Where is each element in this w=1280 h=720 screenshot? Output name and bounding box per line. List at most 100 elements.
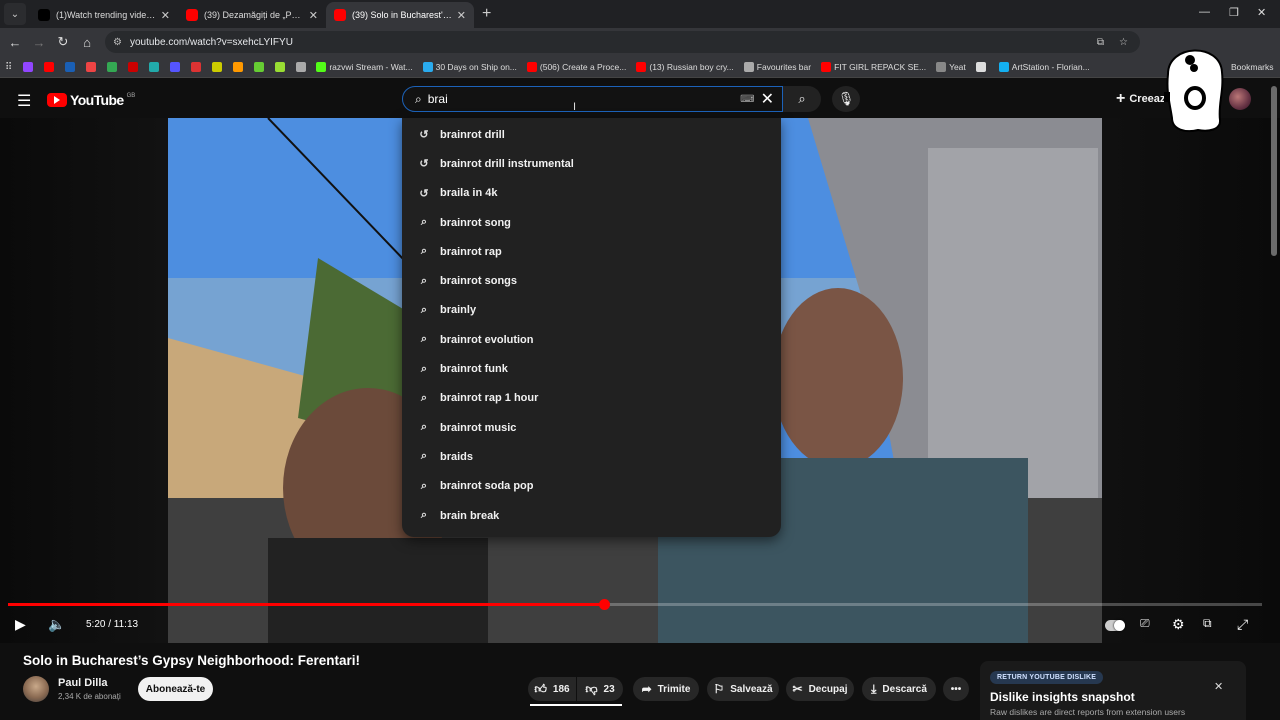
close-tab-icon[interactable]: ✕	[309, 9, 318, 22]
minimize-icon[interactable]: —	[1199, 6, 1210, 18]
autoplay-toggle[interactable]	[1105, 620, 1125, 631]
volume-icon[interactable]: 🔈	[48, 616, 65, 633]
subtitles-icon[interactable]: ⎚	[1140, 616, 1150, 631]
search-suggestion-item[interactable]: ⌕ brainrot music	[402, 413, 781, 442]
youtube-masthead: ☰ YouTube GB ⌕ ⌨ ✕ ⌕ 🎙 + Creează	[0, 80, 1280, 118]
bookmark-item[interactable]: ArtStation - Florian...	[995, 61, 1090, 72]
maximize-icon[interactable]: ❐	[1229, 6, 1239, 19]
settings-gear-icon[interactable]: ⚙	[1172, 616, 1185, 633]
progress-bar[interactable]	[8, 599, 1262, 610]
tab-title: (39) Dezamăgiți de „Parisul” Ch	[204, 10, 305, 20]
search-suggestion-item[interactable]: ⌕ brainrot evolution	[402, 325, 781, 354]
search-suggestion-item[interactable]: ↺ brainrot drill instrumental	[402, 149, 781, 178]
bookmark-item[interactable]: Yeat	[932, 61, 966, 72]
channel-avatar[interactable]	[23, 676, 49, 702]
bookmark-favicon-icon	[998, 61, 1009, 72]
twitch-bookmark-icon[interactable]	[23, 61, 34, 72]
clear-search-icon[interactable]: ✕	[761, 89, 774, 109]
youtube-logo[interactable]: YouTube GB	[47, 92, 135, 108]
suggestion-text: brainrot soda pop	[440, 480, 534, 493]
browser-tab[interactable]: (39) Dezamăgiți de „Parisul” Ch ✕	[178, 2, 326, 28]
suggestion-text: brainrot music	[440, 421, 517, 434]
plus-icon: +	[1116, 90, 1126, 107]
search-suggestion-item[interactable]: ⌕ brainrot soda pop	[402, 472, 781, 501]
close-panel-icon[interactable]: ✕	[1214, 680, 1223, 693]
bookmark-item[interactable]: (506) Create a Proce...	[523, 61, 626, 72]
bookmark-icon[interactable]	[170, 61, 181, 72]
bookmark-icon[interactable]	[191, 61, 202, 72]
bookmark-icon[interactable]	[275, 61, 286, 72]
bookmark-icon[interactable]	[65, 61, 76, 72]
browser-tab[interactable]: (39) Solo in Bucharest's Gypsy N ✕	[326, 2, 474, 28]
apps-grid-icon[interactable]: ⠿	[5, 62, 12, 73]
search-icon: ⌕	[415, 91, 422, 106]
bookmark-icon[interactable]	[296, 61, 307, 72]
home-icon[interactable]: ⌂	[75, 35, 99, 50]
back-icon[interactable]: ←	[3, 35, 27, 50]
search-suggestion-item[interactable]: ⌕ braids	[402, 442, 781, 471]
search-suggestion-item[interactable]: ⌕ brainrot rap 1 hour	[402, 384, 781, 413]
close-window-icon[interactable]: ✕	[1257, 6, 1266, 19]
search-icon: ⌕	[420, 245, 428, 258]
subscribe-button[interactable]: Abonează-te	[138, 677, 213, 701]
dislike-button[interactable]: 👎︎ 23	[577, 677, 623, 701]
channel-name[interactable]: Paul Dilla	[58, 677, 108, 689]
download-button[interactable]: ⤓ Descarcă	[862, 677, 936, 701]
bookmark-favicon-icon	[316, 61, 327, 72]
search-suggestion-item[interactable]: ⌕ brainrot rap	[402, 237, 781, 266]
search-input[interactable]	[427, 92, 741, 106]
bookmark-item[interactable]: razvwi Stream - Wat...	[312, 61, 413, 72]
bookmark-item[interactable]	[972, 61, 989, 72]
bookmark-item[interactable]: FIT GIRL REPACK SE...	[817, 61, 926, 72]
search-suggestion-item[interactable]: ⌕ brainrot funk	[402, 354, 781, 383]
share-button[interactable]: ➦ Trimite	[633, 677, 699, 701]
tab-favicon-icon	[334, 9, 346, 21]
bookmark-icon[interactable]	[128, 61, 139, 72]
close-tab-icon[interactable]: ✕	[457, 9, 466, 22]
bookmark-item[interactable]: Favourites bar	[740, 61, 811, 72]
like-button[interactable]: 👍︎ 186	[528, 677, 576, 701]
search-suggestion-item[interactable]: ⌕ brainly	[402, 296, 781, 325]
bookmark-icon[interactable]	[233, 61, 244, 72]
bookmark-item[interactable]: (13) Russian boy cry...	[632, 61, 734, 72]
play-icon[interactable]: ▶	[15, 616, 26, 633]
bookmark-star-icon[interactable]: ☆	[1119, 37, 1128, 48]
miniplayer-icon[interactable]: ⧉	[1203, 616, 1212, 631]
voice-search-button[interactable]: 🎙	[832, 86, 860, 112]
bookmark-icon[interactable]	[254, 61, 265, 72]
account-avatar[interactable]	[1229, 88, 1251, 110]
clip-button[interactable]: ✂ Decupaj	[786, 677, 854, 701]
scrubber-handle[interactable]	[598, 599, 610, 610]
all-bookmarks-label[interactable]: Bookmarks	[1231, 62, 1274, 72]
search-suggestion-item[interactable]: ⌕ brainrot song	[402, 208, 781, 237]
close-tab-icon[interactable]: ✕	[161, 9, 170, 22]
search-button[interactable]: ⌕	[783, 86, 821, 112]
install-app-icon[interactable]: ⧉	[1097, 37, 1104, 48]
gmail-bookmark-icon[interactable]	[86, 61, 97, 72]
fullscreen-icon[interactable]: ⤢	[1237, 616, 1248, 633]
bookmark-item[interactable]: 30 Days on Ship on...	[419, 61, 517, 72]
keyboard-icon[interactable]: ⌨	[740, 94, 754, 105]
reload-icon[interactable]: ↻	[51, 34, 75, 50]
search-suggestion-item[interactable]: ⌕ brainrot songs	[402, 266, 781, 295]
forward-icon[interactable]: →	[27, 35, 51, 50]
bookmark-icon[interactable]	[212, 61, 223, 72]
page-scrollbar[interactable]	[1271, 86, 1277, 256]
more-actions-button[interactable]: •••	[943, 677, 969, 701]
bookmark-icon[interactable]	[149, 61, 160, 72]
suggestion-text: brainrot song	[440, 216, 511, 229]
youtube-bookmark-icon[interactable]	[44, 61, 55, 72]
search-suggestion-item[interactable]: ↺ brainrot drill	[402, 120, 781, 149]
site-info-icon[interactable]: ⚙	[113, 37, 122, 48]
maps-bookmark-icon[interactable]	[107, 61, 118, 72]
tab-list-button[interactable]: ⌄	[4, 3, 26, 25]
save-button[interactable]: ⚐ Salvează	[707, 677, 779, 701]
url-field[interactable]: ⚙ youtube.com/watch?v=sxehcLYIFYU ⧉ ☆	[105, 31, 1140, 53]
hamburger-menu-icon[interactable]: ☰	[17, 91, 31, 111]
search-suggestion-item[interactable]: ⌕ brain break	[402, 501, 781, 530]
new-tab-button[interactable]: +	[482, 5, 491, 23]
bookmark-label: (13) Russian boy cry...	[649, 61, 734, 72]
search-suggestion-item[interactable]: ↺ braila in 4k	[402, 179, 781, 208]
bookmark-label: 30 Days on Ship on...	[435, 61, 517, 72]
browser-tab[interactable]: (1)Watch trending videos for yo ✕	[30, 2, 178, 28]
